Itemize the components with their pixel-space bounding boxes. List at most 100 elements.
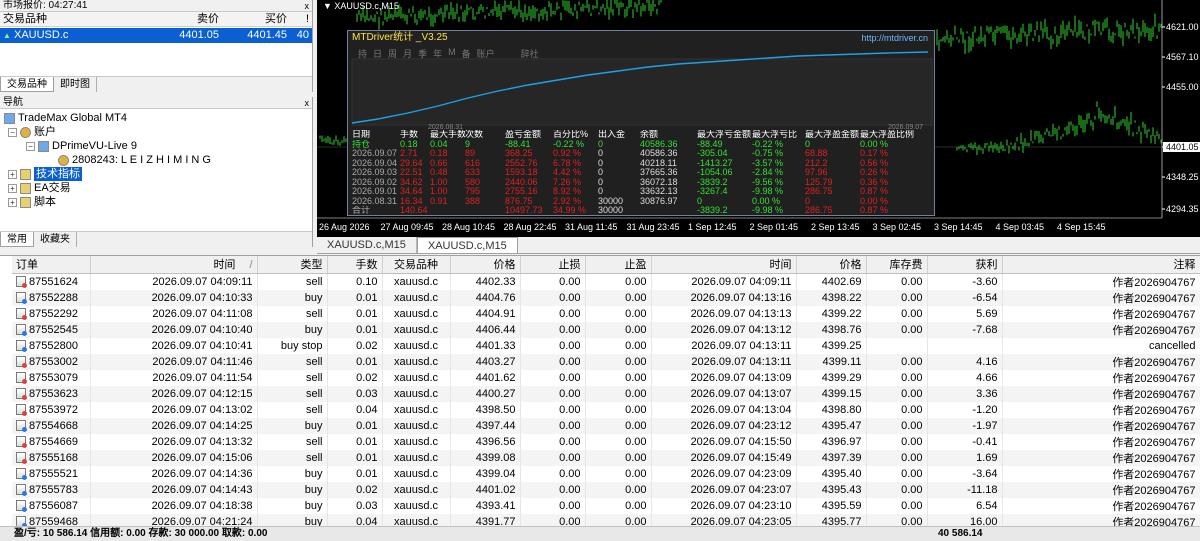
order-cell: sell [257, 353, 328, 370]
stat-cell: 持仓 [352, 139, 371, 149]
order-cell: 0.00 [585, 481, 652, 498]
column-header[interactable]: 交易品种 [382, 256, 451, 274]
stat-cell: -9.98 % [752, 187, 784, 196]
column-header[interactable]: 时间 [651, 256, 797, 274]
tree-account-number[interactable]: 2808243: L E I Z H I M I N G [58, 153, 211, 167]
order-cell: 0.00 [866, 305, 928, 322]
order-cell: 0.02 [327, 369, 383, 386]
tree-scripts[interactable]: + 脚本 [8, 195, 56, 209]
order-cell: 0.10 [327, 273, 383, 290]
tree-indicators[interactable]: + 技术指标 [8, 167, 82, 181]
tree-accounts[interactable]: − 账户 [8, 125, 56, 139]
column-header[interactable]: 价格 [450, 256, 521, 274]
stat-cell: 30000 [598, 196, 624, 206]
column-header[interactable]: 止盈 [585, 256, 652, 274]
table-row[interactable]: 87553002 2026.09.07 04:11:46 sell 0.01 xauus… [12, 353, 1200, 370]
expand-icon[interactable]: + [8, 183, 17, 193]
tree-server[interactable]: − DPrimeVU-Live 9 [26, 139, 137, 153]
order-cell: 4399.29 [796, 369, 867, 386]
order-cell: 4398.50 [450, 401, 521, 418]
column-header[interactable]: 时间 / [90, 256, 258, 274]
stat-cell: 2026.09.07 [352, 149, 398, 158]
collapse-icon[interactable]: − [26, 141, 35, 151]
order-cell: 作者2026904767 [1002, 273, 1200, 290]
table-row[interactable]: 87556087 2026.09.07 04:18:38 buy 0.03 xauusd… [12, 497, 1200, 514]
column-header[interactable]: 注释 [1002, 256, 1200, 274]
order-cell: sell [257, 433, 328, 450]
column-ask[interactable]: 买价 [222, 12, 290, 26]
order-cell: 0.00 [866, 369, 928, 386]
table-row[interactable]: 87554669 2026.09.07 04:13:32 sell 0.01 xauus… [12, 433, 1200, 450]
column-bid[interactable]: 卖价 [151, 12, 222, 26]
order-cell: 0.00 [866, 385, 928, 402]
stat-header-cell: 最大浮盈金额 [805, 130, 860, 139]
tab-common[interactable]: 常用 [0, 232, 34, 247]
tab-symbols[interactable]: 交易品种 [0, 77, 54, 92]
order-cell: 2026.09.07 04:11:08 [90, 305, 258, 322]
order-cell: 4.66 [927, 369, 1003, 386]
stat-cell: 0.92 % [553, 149, 582, 158]
expand-icon[interactable]: + [8, 169, 17, 179]
column-header-label: 注释 [1173, 259, 1196, 272]
stat-header: 日期 手数 最大手数 次数 盈亏金额 百分比% 出入金 余额 最大浮亏金额 最大浮亏比 最大浮盈金额… [352, 130, 934, 140]
stat-row: 2026.09.04 29.64 0.66 616 2552.76 6.78 % 0 4021… [352, 159, 934, 169]
stat-row: 2026.09.01 34.64 1.00 795 2755.16 8.92 % 0 3363… [352, 187, 934, 197]
order-cell: 作者2026904767 [1002, 433, 1200, 450]
table-row[interactable]: 87555521 2026.09.07 04:14:36 buy 0.01 xauusd… [12, 465, 1200, 482]
column-header[interactable]: 止损 [520, 256, 586, 274]
order-icon [16, 420, 27, 432]
chart-title: ▼ XAUUSD.c,M15 [323, 1, 399, 11]
stat-cell: 388 [465, 196, 481, 206]
stat-cell: 9 [465, 139, 471, 149]
expand-icon[interactable]: + [8, 197, 17, 207]
order-cell: 0.00 [585, 305, 652, 322]
column-header[interactable]: 类型 [257, 256, 328, 274]
column-header[interactable]: 价格 [796, 256, 867, 274]
tree-root[interactable]: TradeMax Global MT4 [4, 111, 127, 125]
table-row[interactable]: 87555783 2026.09.07 04:14:43 buy 0.02 xauusd… [12, 481, 1200, 498]
table-row[interactable]: 87551624 2026.09.07 04:09:11 sell 0.10 xauus… [12, 273, 1200, 290]
stat-cell: 0.87 % [860, 187, 889, 196]
chart-tab-1[interactable]: XAUUSD.c,M15 [317, 237, 417, 253]
tab-favorites[interactable]: 收藏夹 [34, 232, 77, 247]
chart-tab-2[interactable]: XAUUSD.c,M15 [416, 237, 518, 253]
table-row[interactable]: 87554668 2026.09.07 04:14:25 buy 0.01 xauusd… [12, 417, 1200, 434]
order-cell: xauusd.c [382, 289, 451, 306]
column-header[interactable]: 获利 [927, 256, 1003, 274]
table-row[interactable]: 87552288 2026.09.07 04:10:33 buy 0.01 xauusd… [12, 289, 1200, 306]
order-cell: 4404.91 [450, 305, 521, 322]
column-header[interactable]: 订单 [12, 256, 91, 274]
table-row[interactable]: 87553623 2026.09.07 04:12:15 sell 0.03 xauus… [12, 385, 1200, 402]
tab-tick-chart[interactable]: 即时图 [54, 77, 97, 92]
stat-cell: 0.17 % [860, 149, 889, 158]
column-header[interactable]: 库存费 [866, 256, 928, 274]
order-cell: xauusd.c [382, 369, 451, 386]
column-spread[interactable]: ! [290, 12, 312, 26]
close-icon[interactable]: x [305, 0, 310, 12]
order-cell: 2026.09.07 04:12:15 [90, 385, 258, 402]
order-icon [16, 324, 27, 336]
table-row[interactable]: 87553972 2026.09.07 04:13:02 sell 0.04 xauus… [12, 401, 1200, 418]
order-cell: 2026.09.07 04:15:49 [651, 449, 797, 466]
order-cell: 2026.09.07 04:13:13 [651, 305, 797, 322]
column-symbol[interactable]: 交易品种 [0, 12, 151, 26]
order-cell: 1.69 [927, 449, 1003, 466]
stat-cell: 33632.13 [640, 187, 678, 196]
tree-expert-advisors[interactable]: + EA交易 [8, 181, 71, 195]
close-icon[interactable]: x [305, 97, 310, 109]
order-cell: 2026.09.07 04:10:40 [90, 321, 258, 338]
table-row[interactable]: 87555168 2026.09.07 04:15:06 sell 0.01 xauus… [12, 449, 1200, 466]
table-row[interactable]: 87552292 2026.09.07 04:11:08 sell 0.01 xauus… [12, 305, 1200, 322]
stat-cell: 1593.18 [505, 168, 538, 177]
market-watch-panel: 市场报价: 04:27:41 x 交易品种 卖价 买价 ! ▲ XAUUSD.c… [0, 0, 313, 92]
table-row[interactable]: 87552545 2026.09.07 04:10:40 buy 0.01 xauusd… [12, 321, 1200, 338]
order-cell: sell [257, 369, 328, 386]
stat-header-cell: 日期 [352, 130, 371, 139]
collapse-icon[interactable]: − [8, 127, 17, 137]
symbol-row-xauusd[interactable]: ▲ XAUUSD.c 4401.05 4401.45 40 [0, 28, 312, 43]
table-row[interactable]: 87552800 2026.09.07 04:10:41 buy stop 0.02 x… [12, 337, 1200, 354]
order-cell: buy [257, 481, 328, 498]
column-header[interactable]: 手数 [327, 256, 383, 274]
table-row[interactable]: 87553079 2026.09.07 04:11:54 sell 0.02 xauus… [12, 369, 1200, 386]
order-cell: 4395.47 [796, 417, 867, 434]
